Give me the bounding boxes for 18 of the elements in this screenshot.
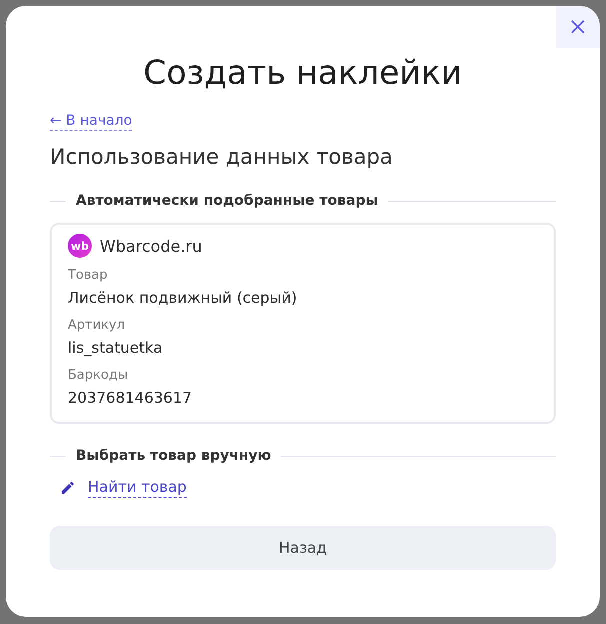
dialog-title: Создать наклейки — [142, 53, 464, 93]
back-link[interactable]: ← В начало — [50, 113, 132, 131]
close-button[interactable] — [556, 6, 600, 48]
section-heading: Использование данных товара — [50, 144, 394, 171]
field-label: Баркоды — [68, 367, 130, 385]
field-value: 2037681463617 — [68, 388, 194, 408]
field-value: Лисёнок подвижный (серый) — [68, 288, 298, 308]
group-title: Автоматически подобранные товары — [76, 193, 378, 209]
logo-badge: wb — [68, 234, 92, 258]
field-label: Товар — [68, 267, 109, 285]
field-value: lis_statuetka — [68, 338, 164, 358]
pencil-icon — [60, 480, 76, 496]
group-title: Выбрать товар вручную — [76, 448, 272, 464]
find-product-link[interactable]: Найти товар — [88, 478, 187, 498]
field-label: Артикул — [68, 317, 126, 335]
source-name: Wbarcode.ru — [100, 236, 202, 256]
close-icon — [570, 19, 586, 35]
back-button[interactable]: Назад — [50, 526, 556, 570]
